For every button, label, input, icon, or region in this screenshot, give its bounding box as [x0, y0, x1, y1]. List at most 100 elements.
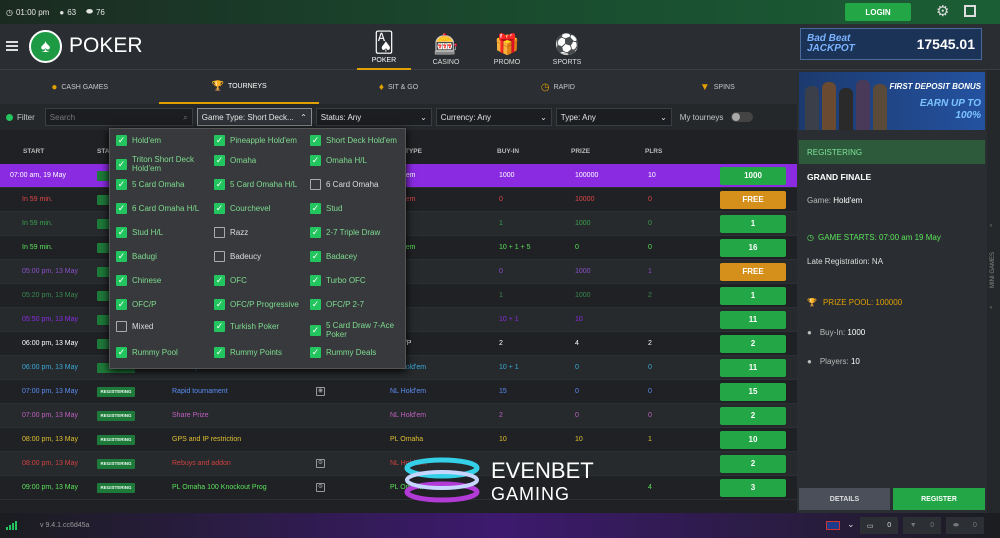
checkbox-checked-icon[interactable]: ✓	[116, 158, 127, 170]
details-button[interactable]: DETAILS	[799, 488, 890, 510]
checkbox-checked-icon[interactable]: ✓	[116, 251, 127, 262]
game-type-option[interactable]: ✓ Omaha H/L	[310, 155, 408, 166]
col-start[interactable]: START	[23, 148, 44, 155]
join-button[interactable]: 11	[720, 310, 786, 329]
col-buyin[interactable]: BUY-IN	[497, 148, 519, 155]
search-input[interactable]: Search ⌕	[44, 108, 193, 126]
table-row[interactable]: 09:00 pm, 13 May REGISTERING PL Omaha 100 …	[0, 476, 797, 500]
checkbox-checked-icon[interactable]: ✓	[310, 251, 321, 262]
join-button[interactable]: 15	[720, 382, 786, 401]
col-type[interactable]: TYPE	[405, 148, 422, 155]
game-type-option[interactable]: ✓ Rummy Points	[214, 347, 312, 358]
chevron-left-icon[interactable]: ‹	[990, 223, 992, 229]
table-counter[interactable]: ⬬ 0	[946, 517, 984, 534]
checkbox-checked-icon[interactable]: ✓	[310, 299, 321, 310]
table-row[interactable]: 08:00 pm, 13 May REGISTERING Rebuys and ad…	[0, 452, 797, 476]
join-button[interactable]: FREE	[720, 262, 786, 281]
chevron-down-icon[interactable]: ⌄	[847, 519, 855, 530]
game-type-option[interactable]: Razz	[214, 227, 312, 238]
join-button[interactable]: 1	[720, 214, 786, 233]
checkbox-checked-icon[interactable]: ✓	[214, 203, 225, 214]
checkbox-checked-icon[interactable]: ✓	[214, 299, 225, 310]
game-type-option[interactable]: ✓ Stud H/L	[116, 227, 214, 238]
checkbox-checked-icon[interactable]: ✓	[116, 275, 127, 286]
register-button[interactable]: REGISTER	[893, 488, 985, 510]
nav-casino[interactable]: 🎰 CASINO	[419, 24, 473, 70]
join-button[interactable]: 3	[720, 478, 786, 497]
gear-icon[interactable]: ⚙	[936, 4, 952, 20]
game-type-option[interactable]: ✓ Badugi	[116, 251, 214, 262]
game-type-option[interactable]: ✓ Courchevel	[214, 203, 312, 214]
game-type-option[interactable]: ✓ Rummy Deals	[310, 347, 408, 358]
game-type-option[interactable]: ✓ Badacey	[310, 251, 408, 262]
game-type-option[interactable]: Mixed	[116, 321, 214, 332]
join-button[interactable]: FREE	[720, 190, 786, 209]
checkbox-checked-icon[interactable]: ✓	[310, 135, 321, 146]
mini-games-sidebar[interactable]: ‹ MINI GAMES ‹	[987, 70, 1000, 513]
join-button[interactable]: 1000	[720, 166, 786, 185]
table-row[interactable]: 07:00 pm, 13 May REGISTERING Share Prize NL…	[0, 404, 797, 428]
game-type-option[interactable]: ✓ Rummy Pool	[116, 347, 214, 358]
tab-tourneys[interactable]: 🏆 TOURNEYS	[159, 70, 319, 104]
game-type-option[interactable]: ✓ Chinese	[116, 275, 214, 286]
join-button[interactable]: 1	[720, 286, 786, 305]
checkbox-checked-icon[interactable]: ✓	[214, 135, 225, 146]
fullscreen-icon[interactable]	[964, 5, 976, 17]
my-tourneys-toggle[interactable]	[731, 112, 754, 122]
checkbox-checked-icon[interactable]: ✓	[116, 203, 127, 214]
checkbox-checked-icon[interactable]: ✓	[310, 227, 321, 238]
checkbox-checked-icon[interactable]: ✓	[310, 324, 321, 336]
checkbox-checked-icon[interactable]: ✓	[116, 299, 127, 310]
game-type-option[interactable]: ✓ Turkish Poker	[214, 321, 312, 332]
chevron-left-icon[interactable]: ‹	[990, 305, 992, 311]
checkbox-checked-icon[interactable]: ✓	[214, 347, 225, 358]
game-type-option[interactable]: 6 Card Omaha	[310, 179, 408, 190]
tab-spins[interactable]: ▼ SPINS	[638, 70, 797, 104]
tab-cash-games[interactable]: ● CASH GAMES	[0, 70, 159, 104]
checkbox-checked-icon[interactable]: ✓	[214, 321, 225, 332]
game-type-option[interactable]: ✓ Hold'em	[116, 135, 214, 146]
game-type-option[interactable]: ✓ OFC/P Progressive	[214, 299, 312, 310]
game-type-option[interactable]: ✓ Turbo OFC	[310, 275, 408, 286]
checkbox-checked-icon[interactable]: ✓	[310, 347, 321, 358]
join-button[interactable]: 2	[720, 334, 786, 353]
checkbox-checked-icon[interactable]: ✓	[116, 347, 127, 358]
game-type-option[interactable]: ✓ 6 Card Omaha H/L	[116, 203, 214, 214]
tab-sit-and-go[interactable]: ♦ SIT & GO	[319, 70, 478, 104]
col-plrs[interactable]: PLRS	[645, 148, 662, 155]
checkbox-checked-icon[interactable]: ✓	[214, 155, 225, 166]
currency-select[interactable]: Currency: Any ⌄	[435, 108, 552, 126]
join-button[interactable]: 11	[720, 358, 786, 377]
join-button[interactable]: 2	[720, 406, 786, 425]
tab-rapid[interactable]: ◷ RAPID	[478, 70, 637, 104]
checkbox-checked-icon[interactable]: ✓	[116, 135, 127, 146]
checkbox-empty-icon[interactable]	[214, 251, 225, 262]
game-type-option[interactable]: ✓ 2-7 Triple Draw	[310, 227, 408, 238]
checkbox-checked-icon[interactable]: ✓	[116, 227, 127, 238]
join-button[interactable]: 16	[720, 238, 786, 257]
checkbox-empty-icon[interactable]	[214, 227, 225, 238]
game-type-select[interactable]: Game Type: Short Deck... ⌃	[196, 108, 312, 126]
game-type-option[interactable]: Badeucy	[214, 251, 312, 262]
game-type-option[interactable]: ✓ 5 Card Omaha H/L	[214, 179, 312, 190]
col-status[interactable]: STA	[97, 148, 110, 155]
game-type-option[interactable]: ✓ OFC/P	[116, 299, 214, 310]
promo-banner[interactable]: FIRST DEPOSIT BONUS EARN UP TO 100%	[799, 72, 985, 130]
table-row[interactable]: 07:00 pm, 13 May REGISTERING Rapid tournam…	[0, 380, 797, 404]
nav-promo[interactable]: 🎁 PROMO	[480, 24, 534, 70]
game-type-option[interactable]: ✓ Triton Short Deck Hold'em	[116, 155, 214, 173]
checkbox-checked-icon[interactable]: ✓	[310, 275, 321, 286]
jackpot-banner[interactable]: Bad Beat JACKPOT 17545.01	[800, 28, 982, 60]
game-type-option[interactable]: ✓ Short Deck Hold'em	[310, 135, 408, 146]
col-prize[interactable]: PRIZE	[571, 148, 590, 155]
menu-icon[interactable]	[6, 41, 18, 51]
game-type-option[interactable]: ✓ Omaha	[214, 155, 312, 166]
checkbox-checked-icon[interactable]: ✓	[116, 179, 127, 190]
checkbox-empty-icon[interactable]	[116, 321, 127, 332]
status-select[interactable]: Status: Any ⌄	[315, 108, 432, 126]
game-type-option[interactable]: ✓ 5 Card Omaha	[116, 179, 214, 190]
uk-flag-icon[interactable]	[826, 521, 840, 530]
nav-poker[interactable]: 🂡 POKER	[357, 24, 411, 70]
checkbox-checked-icon[interactable]: ✓	[310, 155, 321, 166]
nav-sports[interactable]: ⚽ SPORTS	[540, 24, 594, 70]
